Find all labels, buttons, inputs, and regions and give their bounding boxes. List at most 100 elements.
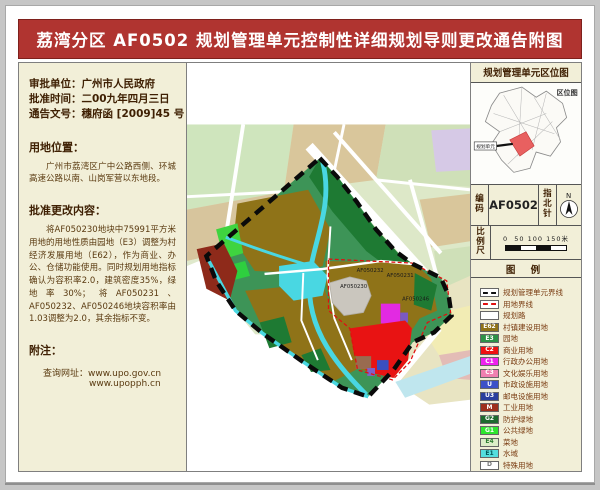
location-map: 规划单元 区位图: [471, 83, 581, 186]
compass-label: 指北针: [539, 185, 557, 224]
legend-item: 规划路: [480, 310, 581, 321]
legend-swatch: [480, 311, 499, 320]
legend-item: C2 商业用地: [480, 345, 581, 356]
legend: 规划管理单元界线 用地界线 规划路: [471, 278, 581, 471]
legend-swatch: C2: [480, 346, 499, 355]
unit-code: AF0502: [489, 185, 539, 224]
location-text: 广州市荔湾区广中公路西侧、环城高速公路以南、山岗军营以东地段。: [29, 161, 176, 187]
change-heading: 批准更改内容：: [29, 202, 176, 218]
municipal-patch: [377, 360, 389, 370]
approval-label: 审批单位：: [29, 78, 82, 90]
legend-swatch: [480, 288, 499, 297]
legend-label: 村镇建设用地: [503, 322, 548, 333]
scale-ticks: 0 50 100 150米: [503, 233, 569, 243]
legend-swatch: G1: [480, 426, 499, 435]
legend-item: 用地界线: [480, 299, 581, 310]
legend-label: 商业用地: [503, 345, 533, 356]
legend-swatch: D: [480, 461, 499, 470]
legend-label: 邮电设施用地: [503, 391, 548, 402]
legend-label: 市政设施用地: [503, 379, 548, 390]
legend-label: 水域: [503, 448, 518, 459]
content-frame: 审批单位：广州市人民政府 批准时间：二00九年四月三日 通告文号：穗府函 [20…: [18, 62, 582, 472]
approval-label: 通告文号：: [29, 108, 82, 120]
legend-item: D 特殊用地: [480, 460, 581, 471]
approval-row: 批准时间：二00九年四月三日: [29, 92, 176, 107]
admin-office-parcel: [381, 304, 400, 324]
document-sheet: 荔湾分区 AF0502 规划管理单元控制性详细规划导则更改通告附图 审批单位：广…: [5, 5, 595, 483]
scale-row: 比例尺 0 50 100 150米: [471, 226, 581, 261]
legend-swatch: E62: [480, 323, 499, 332]
location-map-title: 规划管理单元区位图: [471, 63, 581, 83]
legend-item: E1 水域: [480, 448, 581, 459]
legend-item: U3 邮电设施用地: [480, 391, 581, 402]
legend-swatch: U: [480, 380, 499, 389]
legend-item: G1 公共绿地: [480, 425, 581, 436]
planning-map: AF050230 AF050231 AF050232 AF050246: [187, 63, 470, 471]
legend-swatch: E1: [480, 449, 499, 458]
legend-item: C3 文化娱乐用地: [480, 368, 581, 379]
side-panel: 规划管理单元区位图: [470, 63, 581, 471]
legend-swatch: U3: [480, 392, 499, 401]
location-heading: 用地位置：: [29, 139, 176, 155]
legend-label: 用地界线: [503, 299, 533, 310]
code-label: 编码: [471, 185, 489, 224]
legend-swatch: M: [480, 403, 499, 412]
corner-label: 区位图: [556, 88, 577, 97]
legend-label: 规划路: [503, 310, 526, 321]
change-text: 将AF050230地块中75991平方米用地的用地性质由园地（E3）调整为村经济…: [29, 224, 176, 326]
approval-row: 通告文号：穗府函 [2009]45 号: [29, 107, 176, 122]
parcel-label: AF050231: [387, 273, 414, 279]
code-row: 编码 AF0502 指北针 N: [471, 185, 581, 225]
legend-item: E3 园地: [480, 333, 581, 344]
parcel-label: AF050230: [340, 284, 368, 290]
parcel-label: AF050232: [357, 268, 384, 274]
legend-swatch: [480, 300, 499, 309]
legend-label: 特殊用地: [503, 460, 533, 471]
approval-value: 广州市人民政府: [82, 78, 156, 90]
notes-heading: 附注：: [29, 342, 176, 358]
industry-patch: [356, 356, 372, 369]
legend-item: G2 防护绿地: [480, 414, 581, 425]
legend-label: 园地: [503, 333, 518, 344]
approval-rows: 审批单位：广州市人民政府 批准时间：二00九年四月三日 通告文号：穗府函 [20…: [29, 77, 176, 123]
legend-swatch: E3: [480, 334, 499, 343]
legend-item: C1 行政办公用地: [480, 356, 581, 367]
legend-title: 图 例: [471, 260, 581, 278]
approval-value: 穗府函 [2009]45 号: [82, 108, 185, 120]
parcel-label: AF050246: [402, 297, 430, 303]
legend-swatch: G2: [480, 415, 499, 424]
legend-label: 行政办公用地: [503, 356, 548, 367]
legend-label: 文化娱乐用地: [503, 368, 548, 379]
location-map-svg: 规划单元 区位图: [471, 83, 581, 185]
approval-row: 审批单位：广州市人民政府: [29, 77, 176, 92]
legend-swatch: E4: [480, 438, 499, 447]
info-panel: 审批单位：广州市人民政府 批准时间：二00九年四月三日 通告文号：穗府函 [20…: [19, 63, 187, 471]
scale-label: 比例尺: [471, 226, 491, 260]
query-url-2: www.upopph.cn: [43, 379, 176, 389]
legend-label: 公共绿地: [503, 425, 533, 436]
planning-map-svg: AF050230 AF050231 AF050232 AF050246: [187, 63, 470, 471]
compass: N: [557, 185, 581, 224]
legend-label: 规划管理单元界线: [503, 287, 563, 298]
svg-text:N: N: [566, 192, 571, 200]
query-urls: 查询网址：www.upo.gov.cn www.upopph.cn: [29, 366, 176, 389]
legend-label: 工业用地: [503, 402, 533, 413]
query-url-label: 查询网址：: [43, 369, 88, 379]
legend-item: E4 菜地: [480, 437, 581, 448]
scale-bar-area: 0 50 100 150米: [491, 226, 581, 260]
callout-label: 规划单元: [476, 143, 495, 150]
legend-item: M 工业用地: [480, 402, 581, 413]
scale-bar: [505, 245, 567, 251]
page-title: 荔湾分区 AF0502 规划管理单元控制性详细规划导则更改通告附图: [18, 19, 582, 59]
query-url-1: www.upo.gov.cn: [88, 369, 161, 379]
approval-label: 批准时间：: [29, 93, 82, 105]
scanned-notice-page: 荔湾分区 AF0502 规划管理单元控制性详细规划导则更改通告附图 审批单位：广…: [0, 0, 600, 490]
compass-icon: N: [557, 190, 581, 220]
legend-item: U 市政设施用地: [480, 379, 581, 390]
approval-value: 二00九年四月三日: [82, 93, 170, 105]
legend-item: E62 村镇建设用地: [480, 322, 581, 333]
legend-swatch: C3: [480, 369, 499, 378]
legend-label: 防护绿地: [503, 414, 533, 425]
legend-swatch: C1: [480, 357, 499, 366]
legend-item: 规划管理单元界线: [480, 287, 581, 298]
